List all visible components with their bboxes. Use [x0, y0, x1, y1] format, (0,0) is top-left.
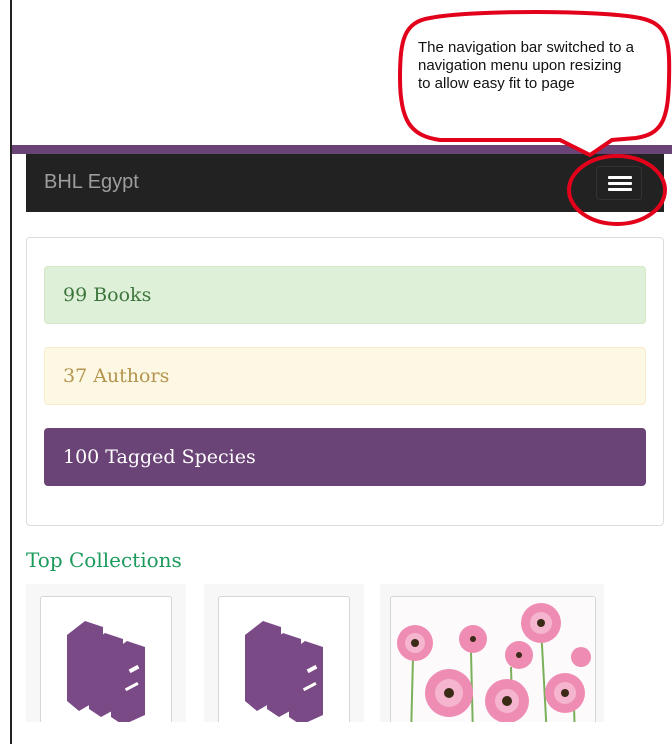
books-count-link[interactable]: 99 Books [44, 266, 646, 324]
collection-card-3[interactable] [380, 584, 604, 736]
top-collections-heading: Top Collections [26, 548, 182, 572]
page-bottom-mask [12, 722, 672, 744]
callout-text: The navigation bar switched to a navigat… [418, 39, 634, 92]
books-icon [67, 621, 145, 725]
callout-highlight-circle [567, 154, 667, 226]
collection-thumbnail[interactable] [218, 596, 350, 736]
collection-card-2[interactable] [204, 584, 364, 736]
flowers-photo [391, 597, 595, 735]
species-count-link[interactable]: 100 Tagged Species [44, 428, 646, 486]
collection-thumbnail[interactable] [40, 596, 172, 736]
collection-thumbnail[interactable] [390, 596, 596, 736]
books-icon [245, 621, 323, 725]
collection-card-1[interactable] [26, 584, 186, 736]
stats-panel: 99 Books 37 Authors 100 Tagged Species [26, 237, 664, 526]
authors-count-link[interactable]: 37 Authors [44, 347, 646, 405]
